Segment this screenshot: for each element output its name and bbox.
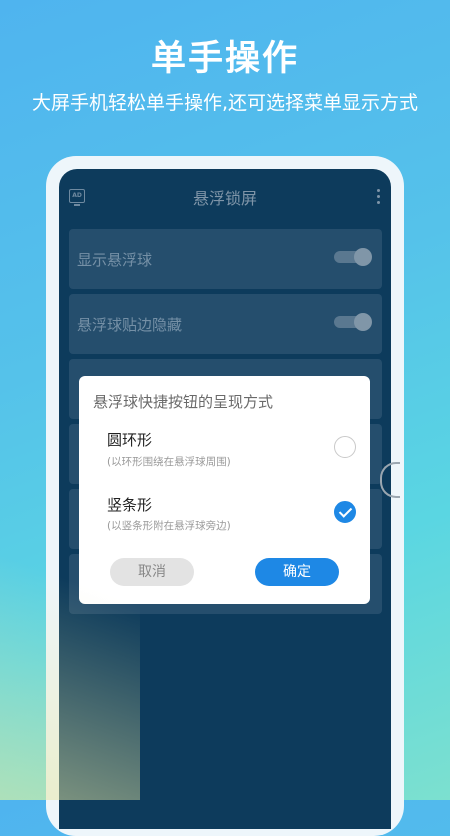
dialog-title: 悬浮球快捷按钮的呈现方式	[93, 393, 274, 411]
edge-hide-toggle[interactable]	[334, 313, 372, 331]
option-bar-title[interactable]: 竖条形	[107, 494, 152, 515]
show-ball-toggle[interactable]	[334, 248, 372, 266]
hero-subtitle: 大屏手机轻松单手操作,还可选择菜单显示方式	[31, 92, 419, 114]
setting-label: 悬浮球贴边隐藏	[77, 316, 183, 334]
app-title: 悬浮锁屏	[192, 189, 257, 208]
option-bar-desc: (以竖条形附在悬浮球旁边)	[107, 520, 231, 532]
setting-label: 显示悬浮球	[77, 251, 153, 269]
more-vert-icon[interactable]	[377, 189, 381, 205]
option-ring-radio[interactable]	[334, 436, 356, 458]
option-ring-title[interactable]: 圆环形	[107, 429, 152, 450]
display-mode-dialog: 悬浮球快捷按钮的呈现方式 圆环形 (以环形围绕在悬浮球周围) 竖条形 (以竖条形…	[79, 376, 370, 604]
ok-button[interactable]: 确定	[255, 558, 339, 586]
hero-title: 单手操作	[150, 39, 299, 79]
setting-row-show-ball[interactable]: 显示悬浮球	[69, 229, 382, 289]
option-bar-radio-checked[interactable]	[334, 501, 356, 523]
cancel-button[interactable]: 取消	[110, 558, 194, 586]
app-bar: AD 悬浮锁屏	[59, 169, 391, 225]
option-ring-desc: (以环形围绕在悬浮球周围)	[107, 456, 231, 468]
setting-row-edge-hide[interactable]: 悬浮球贴边隐藏	[69, 294, 382, 354]
